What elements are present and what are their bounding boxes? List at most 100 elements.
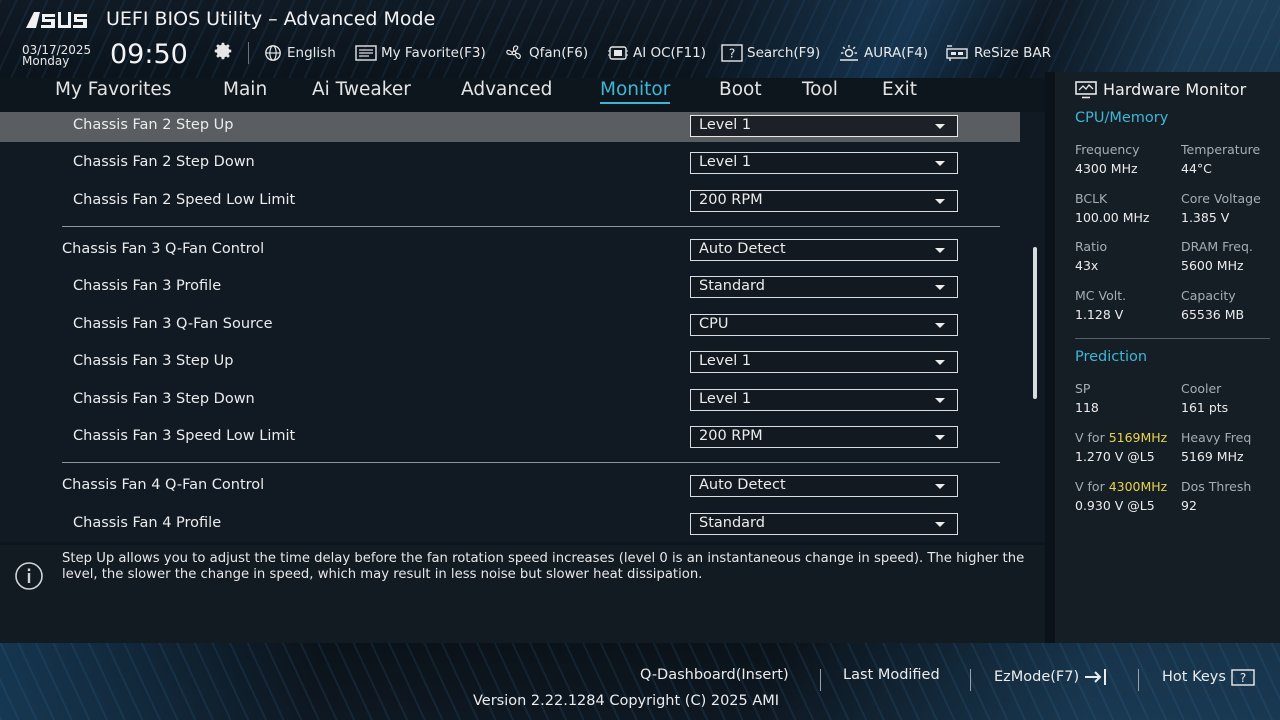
setting-label: Chassis Fan 2 Speed Low Limit: [73, 192, 296, 208]
setting-label: Chassis Fan 3 Step Down: [73, 391, 255, 407]
setting-dropdown[interactable]: Auto Detect: [690, 475, 958, 497]
setting-label: Chassis Fan 3 Speed Low Limit: [73, 428, 296, 444]
hw-label: V for 5169MHz: [1075, 430, 1167, 445]
search-icon: ?: [721, 44, 743, 62]
help-text: Step Up allows you to adjust the time de…: [62, 551, 1025, 582]
hw-label: SP: [1075, 381, 1091, 396]
setting-dropdown[interactable]: 200 RPM: [690, 426, 958, 448]
hw-label: Cooler: [1181, 381, 1222, 396]
tab-main[interactable]: Main: [223, 79, 267, 101]
hw-value: 5169 MHz: [1181, 449, 1244, 464]
setting-dropdown[interactable]: Level 1: [690, 389, 958, 411]
tab-my-favorites[interactable]: My Favorites: [55, 79, 171, 101]
tab-exit[interactable]: Exit: [882, 79, 917, 101]
hw-label: Capacity: [1181, 288, 1236, 303]
dropdown-value: Level 1: [699, 353, 752, 369]
setting-dropdown[interactable]: Level 1: [690, 351, 958, 373]
setting-row[interactable]: Chassis Fan 4 Q-Fan Control Auto Detect: [0, 472, 1020, 502]
asus-logo: [26, 12, 87, 28]
hw-value: 0.930 V @L5: [1075, 498, 1155, 513]
setting-row[interactable]: Chassis Fan 3 Step Up Level 1: [0, 348, 1020, 378]
search-label: Search(F9): [747, 45, 821, 61]
tab-ai-tweaker[interactable]: Ai Tweaker: [312, 79, 411, 101]
dropdown-value: Level 1: [699, 154, 752, 170]
setting-row[interactable]: Chassis Fan 3 Q-Fan Control Auto Detect: [0, 236, 1020, 266]
dropdown-value: Standard: [699, 278, 765, 294]
scrollbar[interactable]: [1033, 247, 1037, 399]
fan-icon: [506, 45, 521, 60]
setting-row[interactable]: Chassis Fan 2 Speed Low Limit 200 RPM: [0, 187, 1020, 217]
setting-label: Chassis Fan 4 Q-Fan Control: [62, 477, 265, 493]
tab-monitor[interactable]: Monitor: [600, 79, 671, 104]
chevron-down-icon: [935, 360, 945, 365]
footer-separator: [820, 669, 821, 691]
current-day: Monday: [22, 54, 70, 68]
chevron-down-icon: [935, 285, 945, 290]
hw-label: Dos Thresh: [1181, 479, 1252, 494]
setting-row[interactable]: Chassis Fan 2 Step Down Level 1: [0, 149, 1020, 179]
monitor-icon: [1075, 80, 1097, 98]
setting-dropdown[interactable]: Level 1: [690, 152, 958, 174]
aura-icon: [840, 45, 858, 61]
setting-dropdown[interactable]: Standard: [690, 276, 958, 298]
setting-row[interactable]: Chassis Fan 3 Speed Low Limit 200 RPM: [0, 423, 1020, 453]
app-title: UEFI BIOS Utility – Advanced Mode: [106, 8, 436, 30]
clock[interactable]: 09:50: [110, 40, 188, 70]
hw-value: 44°C: [1181, 161, 1212, 176]
header-bar: UEFI BIOS Utility – Advanced Mode 03/17/…: [0, 0, 1280, 78]
dropdown-value: Level 1: [699, 391, 752, 407]
version-text: Version 2.22.1284 Copyright (C) 2025 AMI: [473, 693, 780, 709]
setting-row[interactable]: Chassis Fan 2 Step Up Level 1: [0, 112, 1020, 142]
group-divider: [62, 226, 1000, 227]
info-icon: [15, 562, 43, 590]
chevron-down-icon: [935, 199, 945, 204]
setting-row[interactable]: Chassis Fan 3 Step Down Level 1: [0, 386, 1020, 416]
resize-bar-button[interactable]: ReSize BAR: [946, 43, 1051, 63]
language-button[interactable]: English: [263, 43, 336, 63]
hw-value: 1.270 V @L5: [1075, 449, 1155, 464]
help-key-icon: ?: [1231, 669, 1255, 686]
hot-keys-label: Hot Keys: [1162, 669, 1226, 685]
setting-dropdown[interactable]: Level 1: [690, 115, 958, 137]
resize-bar-icon: [946, 45, 968, 61]
hw-value: 43x: [1075, 258, 1099, 273]
header-separator: [248, 42, 249, 64]
tab-boot[interactable]: Boot: [719, 79, 762, 101]
setting-label: Chassis Fan 3 Step Up: [73, 353, 234, 369]
hardware-monitor-label: Hardware Monitor: [1103, 80, 1247, 99]
search-button[interactable]: ? Search(F9): [721, 43, 820, 63]
setting-dropdown[interactable]: Standard: [690, 513, 958, 535]
aura-button[interactable]: AURA(F4): [838, 43, 928, 63]
setting-row[interactable]: Chassis Fan 4 Profile Standard: [0, 510, 1020, 540]
hardware-monitor-title: Hardware Monitor: [1075, 80, 1246, 99]
chevron-down-icon: [935, 398, 945, 403]
ai-oc-button[interactable]: AI OC(F11): [607, 43, 706, 63]
last-modified-button[interactable]: Last Modified: [843, 667, 940, 683]
dropdown-value: 200 RPM: [699, 192, 763, 208]
hw-value: 5600 MHz: [1181, 258, 1244, 273]
setting-dropdown[interactable]: 200 RPM: [690, 190, 958, 212]
gear-icon[interactable]: [212, 40, 234, 62]
setting-row[interactable]: Chassis Fan 3 Q-Fan Source CPU: [0, 311, 1020, 341]
v-for-frequency: 4300MHz: [1108, 479, 1168, 494]
ezmode-button[interactable]: EzMode(F7): [994, 667, 1109, 687]
hw-label: Core Voltage: [1181, 191, 1261, 206]
my-favorite-button[interactable]: My Favorite(F3): [355, 43, 486, 63]
chevron-down-icon: [935, 484, 945, 489]
hot-keys-button[interactable]: Hot Keys ?: [1162, 667, 1256, 687]
tab-tool[interactable]: Tool: [802, 79, 838, 101]
dropdown-value: 200 RPM: [699, 428, 763, 444]
section-divider: [1075, 338, 1270, 339]
q-dashboard-button[interactable]: Q-Dashboard(Insert): [640, 667, 789, 683]
qfan-button[interactable]: Qfan(F6): [503, 43, 588, 63]
favorite-icon: [355, 45, 377, 61]
setting-row[interactable]: Chassis Fan 3 Profile Standard: [0, 273, 1020, 303]
resize-bar-label: ReSize BAR: [974, 45, 1051, 61]
setting-dropdown[interactable]: CPU: [690, 314, 958, 336]
dropdown-value: Auto Detect: [699, 241, 786, 257]
setting-dropdown[interactable]: Auto Detect: [690, 239, 958, 261]
v-for-prefix: V for: [1075, 430, 1109, 445]
tab-advanced[interactable]: Advanced: [461, 79, 552, 101]
language-label: English: [287, 45, 336, 61]
hot-keys-glyph: ?: [1240, 671, 1246, 685]
